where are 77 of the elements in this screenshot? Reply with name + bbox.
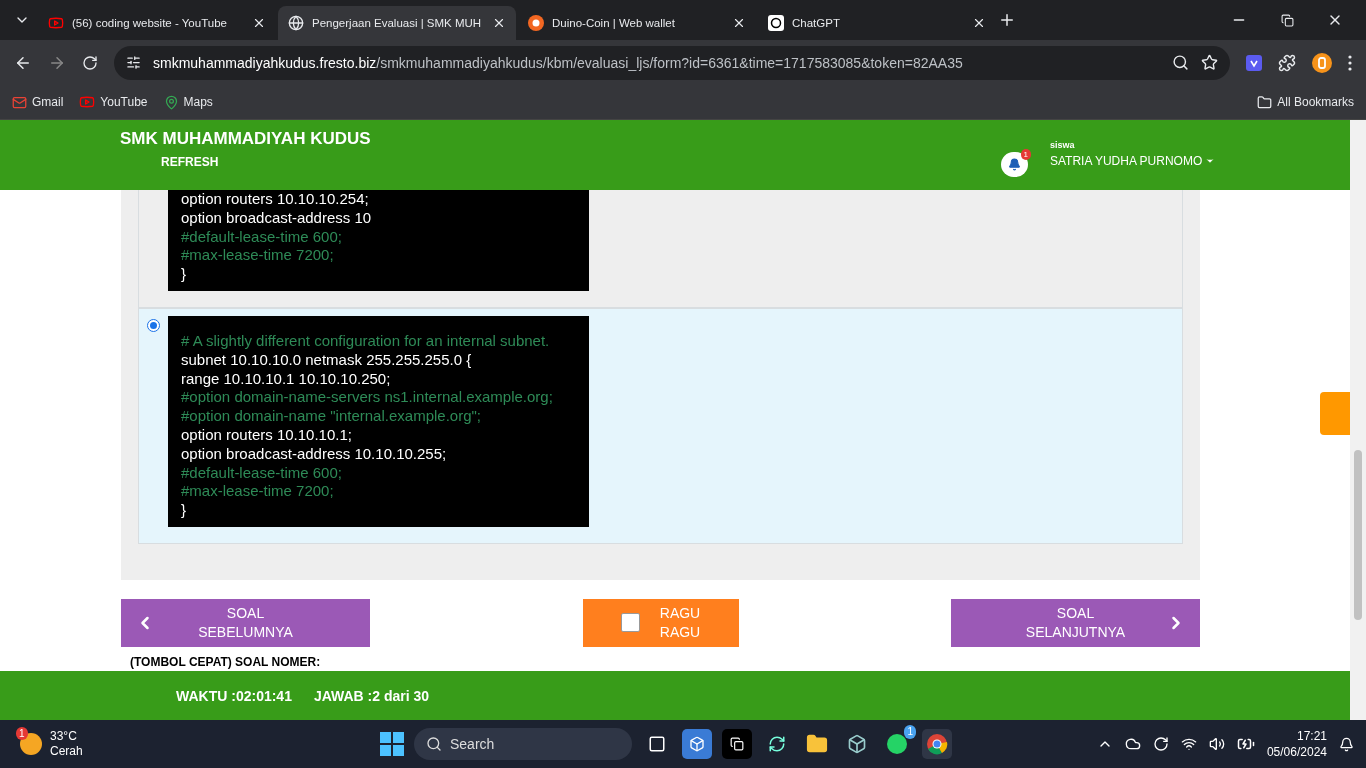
- search-icon: [426, 736, 442, 752]
- bookmark-link[interactable]: Maps: [163, 94, 213, 110]
- close-icon[interactable]: [972, 16, 986, 30]
- time-remaining: WAKTU :02:01:41: [176, 687, 292, 704]
- radio-button[interactable]: [147, 319, 160, 332]
- whatsapp-badge: 1: [904, 725, 916, 739]
- code-line: subnet 10.10.10.0 netmask 255.255.255.0 {: [181, 350, 473, 370]
- new-tab-icon[interactable]: [998, 11, 1016, 29]
- start-icon[interactable]: [380, 732, 404, 756]
- close-icon[interactable]: [252, 16, 266, 30]
- volume-icon[interactable]: [1208, 736, 1225, 752]
- close-icon[interactable]: [732, 16, 746, 30]
- next-button[interactable]: SOAL SELANJUTNYA: [951, 598, 1200, 647]
- answered-count: JAWAB :2 dari 30: [313, 687, 430, 704]
- youtube-icon: [79, 94, 96, 110]
- bookmark-link[interactable]: YouTube: [79, 94, 148, 110]
- bell-icon: [1008, 158, 1021, 171]
- code-line: #max-lease-time 7200;: [181, 246, 335, 266]
- close-icon[interactable]: [492, 16, 506, 30]
- wifi-icon[interactable]: [1180, 736, 1197, 752]
- mail-icon: [12, 94, 27, 110]
- code-line: #option domain-name "internal.example.org";: [181, 407, 482, 426]
- code-line: option routers 10.10.10.1;: [181, 425, 353, 445]
- taskbar-search[interactable]: Search: [414, 728, 632, 760]
- search-icon[interactable]: [1172, 54, 1189, 71]
- address-field[interactable]: smkmuhammadiyahkudus.fresto.biz/smkmuhammadiyahkudus/kbm/evaluasi_ljs/form?id=6361&time=1717583085&token=82AA35: [114, 45, 1230, 80]
- school-name: SMK MUHAMMADIYAH KUDUS: [120, 129, 372, 149]
- more-icon[interactable]: [1348, 54, 1352, 71]
- user-menu[interactable]: SATRIA YUDHA PURNOMO: [1050, 154, 1230, 168]
- previous-button[interactable]: SOAL SEBELUMNYA: [121, 598, 370, 647]
- code-line: # A slightly different configuration for an internal subnet.: [181, 332, 551, 351]
- quick-buttons-label: (TOMBOL CEPAT) SOAL NOMER:: [130, 654, 322, 669]
- notifications-icon[interactable]: [1339, 736, 1354, 752]
- code-line: #option domain-name-servers ns1.internal.example.org;: [181, 388, 554, 408]
- update-icon[interactable]: [1152, 736, 1169, 752]
- code-line: option broadcast-address 10.10.10.255;: [181, 444, 448, 464]
- chat-logo-icon: [768, 15, 784, 31]
- code-line: #default-lease-time 600;: [181, 227, 343, 247]
- browser-tab[interactable]: (56) coding website - YouTube: [38, 6, 276, 40]
- weather-condition: Cerah: [50, 744, 83, 759]
- site-settings-icon[interactable]: [126, 55, 141, 70]
- scrollbar-thumb[interactable]: [1354, 450, 1362, 620]
- globe-icon: [288, 15, 304, 31]
- browser-tab[interactable]: Pengerjaan Evaluasi | SMK MUH: [278, 6, 516, 40]
- shield-icon[interactable]: [1246, 54, 1262, 71]
- extensions-icon[interactable]: [1278, 53, 1296, 72]
- browser-tab[interactable]: ChatGPT: [758, 6, 996, 40]
- notification-badge: 1: [1020, 149, 1031, 160]
- refresh-link[interactable]: REFRESH: [161, 155, 1001, 169]
- code-line: #max-lease-time 7200;: [181, 482, 335, 502]
- folder-icon: [1257, 94, 1273, 110]
- chrome-icon[interactable]: [922, 729, 952, 759]
- coin-icon[interactable]: [1312, 52, 1332, 73]
- code-line: }: [181, 501, 187, 520]
- youtube-icon: [48, 15, 64, 31]
- code-line: #default-lease-time 600;: [181, 463, 343, 483]
- reload-icon[interactable]: [82, 54, 98, 71]
- cloud-icon[interactable]: [1124, 736, 1141, 752]
- caret-icon: [1205, 156, 1216, 166]
- weather-badge: 1: [16, 727, 28, 740]
- map-pin-icon: [163, 94, 179, 110]
- temperature: 33°C: [50, 729, 78, 744]
- checkbox[interactable]: [620, 613, 640, 633]
- notification-button[interactable]: 1: [1001, 152, 1028, 177]
- star-icon[interactable]: [1201, 54, 1218, 71]
- answer-option[interactable]: [138, 308, 1183, 544]
- all-bookmarks-link[interactable]: All Bookmarks: [1257, 94, 1354, 110]
- code-line: option broadcast-address 10: [181, 208, 373, 228]
- coin-icon: [528, 15, 544, 31]
- clock[interactable]: 17:21 05/06/2024: [1266, 728, 1327, 760]
- code-line: option routers 10.10.10.254;: [181, 190, 370, 209]
- bookmark-link[interactable]: Gmail: [12, 94, 64, 110]
- answer-option[interactable]: option routers 10.10.10.254; option broadcast-address 10 #default-lease-time 600; #max-lease-time 7200; }: [138, 190, 1183, 308]
- role-label: siswa: [1050, 140, 1076, 150]
- browser-tab[interactable]: Duino-Coin | Web wallet: [518, 6, 756, 40]
- code-line: range 10.10.10.1 10.10.10.250;: [181, 369, 392, 389]
- code-line: }: [181, 265, 187, 284]
